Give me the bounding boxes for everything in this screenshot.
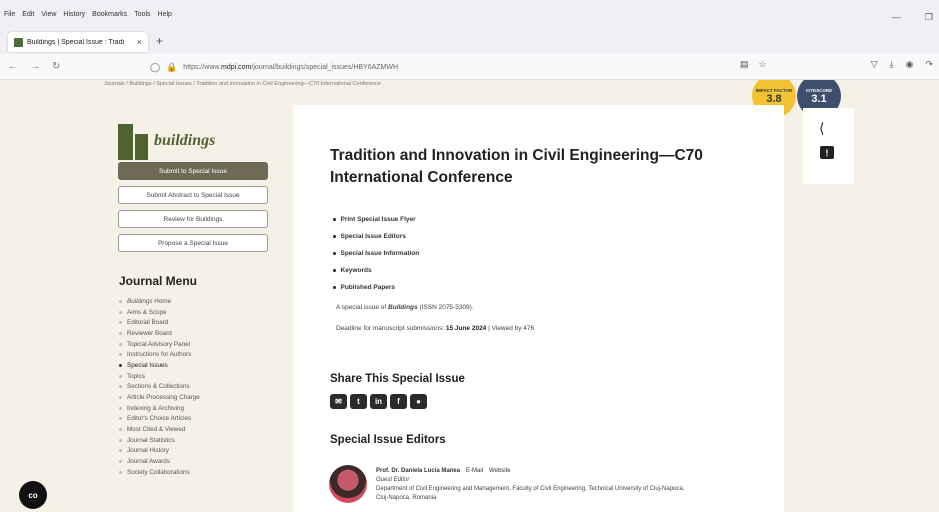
menu-item-apc[interactable]: Article Processing Charge — [119, 392, 200, 403]
account-icon[interactable]: ◉ — [906, 59, 914, 70]
main-content: Tradition and Innovation in Civil Engine… — [293, 105, 784, 512]
feedback-icon[interactable]: ! — [820, 146, 834, 159]
share-buttons: ✉ t in f ● — [330, 394, 427, 409]
editor-website-link[interactable]: Website — [489, 468, 511, 474]
journal-name: buildings — [154, 132, 216, 149]
toc-item-editors[interactable]: Special Issue Editors — [333, 228, 419, 245]
menu-item-editors-choice[interactable]: Editor's Choice Articles — [119, 414, 200, 425]
menu-item-society-collaborations[interactable]: Society Collaborations — [119, 467, 200, 478]
menu-item-instructions-for-authors[interactable]: Instructions for Authors — [119, 349, 200, 360]
menu-item-aims-scope[interactable]: Aims & Scope — [119, 307, 200, 318]
journal-link[interactable]: Buildings — [388, 304, 418, 311]
menu-bookmarks[interactable]: Bookmarks — [92, 11, 127, 18]
shield-icon[interactable]: ◯ — [150, 62, 160, 73]
restore-icon[interactable]: ❐ — [925, 12, 933, 23]
linkedin-icon[interactable]: in — [370, 394, 387, 409]
editor-avatar — [329, 465, 367, 503]
menu-item-home[interactable]: Buildings Home — [119, 296, 200, 307]
menu-history[interactable]: History — [63, 11, 85, 18]
lock-icon[interactable]: 🔒 — [166, 62, 177, 73]
close-icon[interactable]: × — [137, 37, 142, 47]
menu-tools[interactable]: Tools — [134, 11, 150, 18]
browser-tab[interactable]: Buildings | Special Issue : Tradi × — [8, 32, 148, 52]
submit-to-special-issue-button[interactable]: Submit to Special Issue — [118, 162, 268, 180]
browser-menubar: File Edit View History Bookmarks Tools H… — [0, 0, 939, 28]
share-heading: Share This Special Issue — [330, 373, 465, 385]
editor-affiliation: Department of Civil Engineering and Mana… — [376, 486, 685, 492]
editor-role: Guest Editor — [376, 477, 410, 483]
reload-icon[interactable]: ↻ — [52, 61, 60, 72]
journal-menu-title: Journal Menu — [119, 274, 198, 288]
table-of-contents: Print Special Issue Flyer Special Issue … — [333, 211, 419, 296]
wechat-icon[interactable]: ● — [410, 394, 427, 409]
new-tab-button[interactable]: + — [156, 34, 163, 48]
share-icon[interactable]: ⟨ — [819, 120, 824, 137]
journal-logo[interactable]: buildings — [118, 124, 215, 160]
menu-help[interactable]: Help — [158, 11, 172, 18]
reader-view-icon[interactable]: ▤ — [740, 59, 749, 70]
bookmark-star-icon[interactable]: ☆ — [759, 59, 767, 70]
editor-email-link[interactable]: E-Mail — [466, 468, 483, 474]
page-content: Journals / Buildings / Special Issues / … — [0, 80, 939, 512]
menu-item-editorial-board[interactable]: Editorial Board — [119, 317, 200, 328]
submit-abstract-button[interactable]: Submit Abstract to Special Issue — [118, 186, 268, 204]
tab-bar: Buildings | Special Issue : Tradi × + — [0, 28, 939, 54]
twitter-icon[interactable]: t — [350, 394, 367, 409]
forward-icon[interactable]: → — [30, 61, 40, 72]
download-icon[interactable]: ⤓ — [890, 59, 894, 70]
editor-name: Prof. Dr. Daniela Lucia Manea — [376, 468, 461, 474]
breadcrumb[interactable]: Journals / Buildings / Special Issues / … — [104, 81, 381, 87]
buildings-logo-icon — [118, 124, 148, 160]
pocket-icon[interactable]: ▽ — [871, 59, 878, 70]
menu-item-reviewer-board[interactable]: Reviewer Board — [119, 328, 200, 339]
toc-item-flyer[interactable]: Print Special Issue Flyer — [333, 211, 419, 228]
url-text[interactable]: https://www.mdpi.com/journal/buildings/s… — [183, 64, 398, 71]
toc-item-keywords[interactable]: Keywords — [333, 262, 419, 279]
citescore-value: 3.1 — [811, 92, 827, 105]
journal-menu: Buildings Home Aims & Scope Editorial Bo… — [119, 296, 200, 478]
menu-item-journal-awards[interactable]: Journal Awards — [119, 456, 200, 467]
propose-special-issue-button[interactable]: Propose a Special Issue — [118, 234, 268, 252]
special-issue-description: A special issue of Buildings (ISSN 2075-… — [336, 304, 474, 311]
editor-info: Prof. Dr. Daniela Lucia Manea E-Mail Websi… — [376, 467, 684, 503]
menu-edit[interactable]: Edit — [22, 11, 34, 18]
menu-item-special-issues[interactable]: Special Issues — [119, 360, 200, 371]
tab-title: Buildings | Special Issue : Tradi — [27, 38, 125, 46]
facebook-icon[interactable]: f — [390, 394, 407, 409]
email-icon[interactable]: ✉ — [330, 394, 347, 409]
deadline-text: Deadline for manuscript submissions: 15 … — [336, 325, 535, 332]
review-for-buildings-button[interactable]: Review for Buildings — [118, 210, 268, 228]
menu-view[interactable]: View — [41, 11, 56, 18]
editor-affiliation-city: Cluj-Napoca, Romania — [376, 495, 437, 501]
editors-heading: Special Issue Editors — [330, 434, 446, 446]
minimize-icon[interactable]: — — [892, 12, 901, 23]
toc-item-information[interactable]: Special Issue Information — [333, 245, 419, 262]
menu-item-journal-statistics[interactable]: Journal Statistics — [119, 435, 200, 446]
menu-item-indexing-archiving[interactable]: Indexing & Archiving — [119, 403, 200, 414]
impact-factor-value: 3.8 — [766, 92, 782, 105]
chat-widget-button[interactable]: co — [19, 481, 47, 509]
page-title: Tradition and Innovation in Civil Engine… — [330, 147, 703, 186]
menu-file[interactable]: File — [4, 11, 15, 18]
menu-item-topics[interactable]: Topics — [119, 371, 200, 382]
extensions-icon[interactable]: ↷ — [925, 59, 933, 70]
favicon-icon — [14, 37, 23, 47]
menu-item-journal-history[interactable]: Journal History — [119, 446, 200, 457]
url-bar[interactable]: ◯ 🔒 https://www.mdpi.com/journal/buildin… — [150, 58, 770, 76]
toc-item-published-papers[interactable]: Published Papers — [333, 279, 419, 296]
nav-bar: ← → ↻ ◯ 🔒 https://www.mdpi.com/journal/b… — [0, 54, 939, 80]
menu-item-topical-advisory-panel[interactable]: Topical Advisory Panel — [119, 339, 200, 350]
menu-item-most-cited[interactable]: Most Cited & Viewed — [119, 424, 200, 435]
back-icon[interactable]: ← — [8, 61, 18, 72]
menu-item-sections-collections[interactable]: Sections & Collections — [119, 382, 200, 393]
